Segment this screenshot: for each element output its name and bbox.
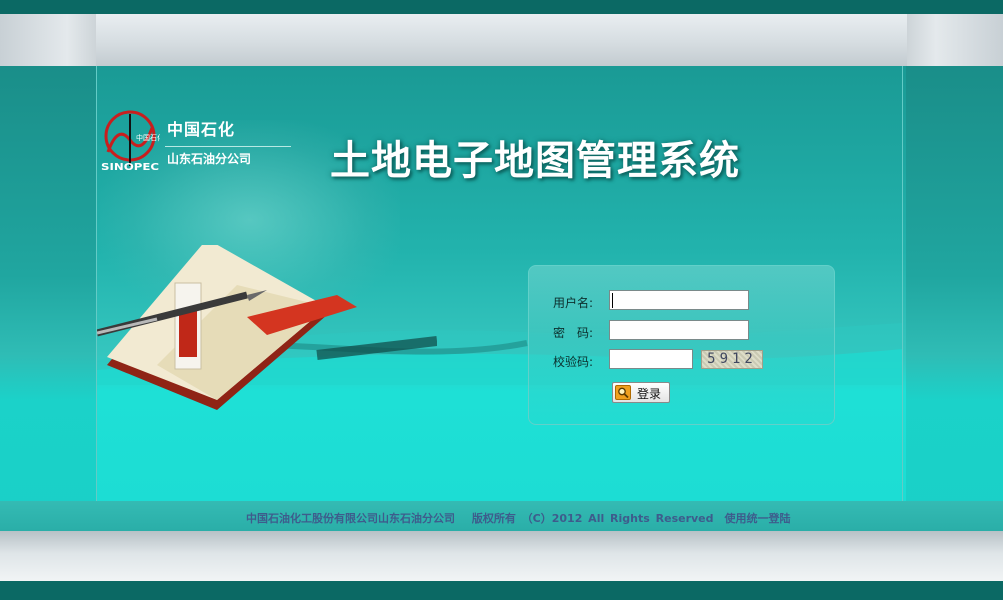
logo-branch-name: 山东石油分公司 xyxy=(167,152,252,166)
left-side-panel xyxy=(0,66,97,531)
book-pen-illustration xyxy=(97,245,437,410)
captcha-row: 校验码: 5912 xyxy=(529,349,834,373)
captcha-image[interactable]: 5912 xyxy=(701,350,763,369)
captcha-label: 校验码: xyxy=(553,355,594,369)
password-row: 密 码: xyxy=(529,320,834,344)
username-label: 用户名: xyxy=(553,296,594,310)
right-side-panel xyxy=(906,66,1003,531)
top-border xyxy=(0,0,1003,14)
login-button[interactable]: 登录 xyxy=(612,382,670,403)
login-panel: 用户名: 密 码: 校验码: 5912 登录 xyxy=(528,265,835,425)
text-caret xyxy=(612,293,613,308)
search-icon xyxy=(615,385,631,400)
footer-copyright: 中国石油化工股份有限公司山东石油分公司 版权所有 （C）2012 All Rig… xyxy=(246,512,791,525)
username-input[interactable] xyxy=(609,290,749,310)
bottom-border xyxy=(0,581,1003,600)
top-strip-left-cap xyxy=(0,14,96,66)
password-input[interactable] xyxy=(609,320,749,340)
username-row: 用户名: xyxy=(529,290,834,314)
login-button-label: 登录 xyxy=(637,387,662,401)
logo-company-name: 中国石化 xyxy=(167,120,236,139)
sinopec-logo-icon: 中国石化 SINOPEC xyxy=(101,110,160,172)
logo-emblem-text: 中国石化 xyxy=(136,133,160,142)
top-strip-right-cap xyxy=(907,14,1003,66)
logo-brand-text: SINOPEC xyxy=(101,162,159,172)
bottom-strip xyxy=(0,531,1003,581)
captcha-input[interactable] xyxy=(609,349,693,369)
page-title: 土地电子地图管理系统 xyxy=(330,137,740,184)
top-banner-strip xyxy=(0,14,1003,66)
logo-divider xyxy=(165,146,291,147)
password-label: 密 码: xyxy=(553,326,594,340)
